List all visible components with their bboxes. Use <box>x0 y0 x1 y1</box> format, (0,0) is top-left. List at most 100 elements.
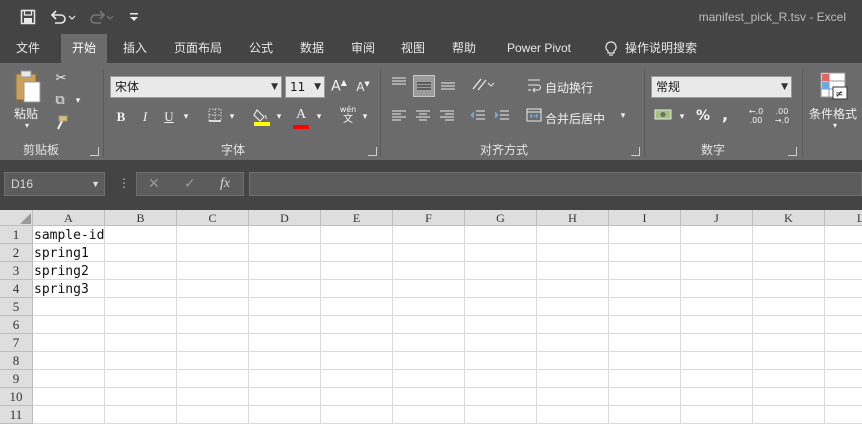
worksheet-grid[interactable]: ABCDEFGHIJKL 1 2 3 4 5 6 7 8 9 10 11 sample-id spr… <box>0 210 862 424</box>
formula-input[interactable] <box>249 172 862 196</box>
percent-button[interactable]: % <box>694 108 712 124</box>
row-header-9[interactable]: 9 <box>0 370 33 388</box>
orientation-icon[interactable] <box>470 75 495 97</box>
bold-button[interactable]: B <box>113 109 129 125</box>
number-launcher-icon[interactable] <box>788 147 797 156</box>
grow-font-button[interactable]: A▲ <box>330 78 348 95</box>
decrease-decimal-button[interactable]: .00 →.0 <box>770 107 794 125</box>
align-center-icon[interactable] <box>414 107 432 127</box>
row-header-5[interactable]: 5 <box>0 298 33 316</box>
tab-review[interactable]: 审阅 <box>341 34 385 63</box>
increase-decimal-button[interactable]: ←.0 .00 <box>744 107 768 125</box>
column-header-k[interactable]: K <box>753 210 825 226</box>
column-header-d[interactable]: D <box>249 210 321 226</box>
row-header-1[interactable]: 1 <box>0 226 33 244</box>
accounting-format-icon[interactable] <box>653 107 675 127</box>
copy-icon[interactable]: ⧉ <box>50 93 70 108</box>
row-header-3[interactable]: 3 <box>0 262 33 280</box>
column-header-g[interactable]: G <box>465 210 537 226</box>
cut-icon[interactable]: ✂ <box>52 71 70 86</box>
column-header-f[interactable]: F <box>393 210 465 226</box>
tab-file[interactable]: 文件 <box>6 34 50 63</box>
comma-button[interactable]: , <box>718 105 732 124</box>
phonetic-guide-button[interactable]: wén 文 <box>337 105 359 125</box>
conditional-dropdown-icon[interactable]: ▾ <box>829 121 841 130</box>
column-header-i[interactable]: I <box>609 210 681 226</box>
save-icon[interactable] <box>18 7 38 27</box>
column-header-h[interactable]: H <box>537 210 609 226</box>
tab-page-layout[interactable]: 页面布局 <box>165 34 231 63</box>
tab-insert[interactable]: 插入 <box>113 34 157 63</box>
name-box[interactable]: D16 ▼ <box>4 172 105 196</box>
italic-button[interactable]: I <box>137 109 153 125</box>
decrease-indent-icon[interactable] <box>469 107 487 127</box>
cell-a1[interactable]: sample-id <box>34 227 104 245</box>
merge-center-icon[interactable] <box>525 107 543 127</box>
font-color-button[interactable]: A <box>291 107 311 129</box>
align-right-icon[interactable] <box>438 107 456 127</box>
font-family-select[interactable]: 宋体 ▼ <box>110 76 282 98</box>
wrap-text-icon[interactable] <box>525 77 543 97</box>
format-painter-icon[interactable] <box>52 115 70 135</box>
paste-dropdown-icon[interactable]: ▾ <box>25 121 29 130</box>
font-launcher-icon[interactable] <box>368 147 377 156</box>
tab-formulas[interactable]: 公式 <box>239 34 283 63</box>
select-all-button[interactable] <box>0 210 33 226</box>
tab-data[interactable]: 数据 <box>290 34 334 63</box>
cancel-icon[interactable]: ✕ <box>148 176 160 192</box>
cell-a2[interactable]: spring1 <box>34 245 89 263</box>
number-format-select[interactable]: 常规 ▼ <box>651 76 792 98</box>
insert-function-icon[interactable]: fx <box>220 176 230 192</box>
tab-power-pivot[interactable]: Power Pivot <box>498 34 580 63</box>
align-top-icon[interactable] <box>389 75 409 95</box>
row-header-8[interactable]: 8 <box>0 352 33 370</box>
borders-dropdown-icon[interactable]: ▾ <box>226 112 238 122</box>
align-bottom-icon[interactable] <box>438 75 458 95</box>
customize-icon[interactable] <box>124 7 144 27</box>
clipboard-launcher-icon[interactable] <box>90 147 99 156</box>
increase-indent-icon[interactable] <box>493 107 511 127</box>
align-left-icon[interactable] <box>390 107 408 127</box>
tab-home[interactable]: 开始 <box>61 34 107 63</box>
row-header-7[interactable]: 7 <box>0 334 33 352</box>
merge-center-button[interactable]: 合并后居中 <box>545 110 605 127</box>
tell-me-search[interactable]: 操作说明搜索 <box>596 34 706 63</box>
copy-dropdown-icon[interactable]: ▾ <box>72 96 84 106</box>
fill-color-icon[interactable] <box>252 107 272 131</box>
column-header-l[interactable]: L <box>825 210 862 226</box>
shrink-font-button[interactable]: A▼ <box>354 80 372 94</box>
row-header-11[interactable]: 11 <box>0 406 33 424</box>
row-header-4[interactable]: 4 <box>0 280 33 298</box>
enter-icon[interactable]: ✓ <box>184 176 196 192</box>
phonetic-dropdown-icon[interactable]: ▾ <box>359 112 371 122</box>
cell-a4[interactable]: spring3 <box>34 281 89 299</box>
alignment-launcher-icon[interactable] <box>631 147 640 156</box>
tab-help[interactable]: 帮助 <box>442 34 486 63</box>
wrap-text-button[interactable]: 自动换行 <box>545 79 593 96</box>
underline-button[interactable]: U <box>161 109 177 125</box>
font-color-dropdown-icon[interactable]: ▾ <box>313 112 325 122</box>
column-header-b[interactable]: B <box>105 210 177 226</box>
row-header-6[interactable]: 6 <box>0 316 33 334</box>
conditional-formatting-button[interactable]: 条件格式 <box>809 105 857 122</box>
tab-view[interactable]: 视图 <box>391 34 435 63</box>
column-header-j[interactable]: J <box>681 210 753 226</box>
paste-icon[interactable] <box>12 69 44 109</box>
paste-button[interactable]: 粘贴 <box>14 105 38 122</box>
row-header-10[interactable]: 10 <box>0 388 33 406</box>
underline-dropdown-icon[interactable]: ▾ <box>180 112 192 122</box>
column-header-e[interactable]: E <box>321 210 393 226</box>
conditional-formatting-icon[interactable]: ≠ <box>818 71 850 105</box>
chevron-down-icon[interactable]: ▼ <box>91 173 100 195</box>
align-middle-icon[interactable] <box>413 75 435 97</box>
font-size-select[interactable]: 11 ▼ <box>285 76 325 98</box>
undo-icon[interactable] <box>48 7 78 27</box>
cell-a3[interactable]: spring2 <box>34 263 89 281</box>
fill-color-dropdown-icon[interactable]: ▾ <box>273 112 285 122</box>
row-header-2[interactable]: 2 <box>0 244 33 262</box>
merge-dropdown-icon[interactable]: ▾ <box>617 111 629 121</box>
borders-icon[interactable] <box>206 107 224 127</box>
column-header-c[interactable]: C <box>177 210 249 226</box>
column-header-a[interactable]: A <box>33 210 105 226</box>
accounting-dropdown-icon[interactable]: ▾ <box>676 112 688 122</box>
